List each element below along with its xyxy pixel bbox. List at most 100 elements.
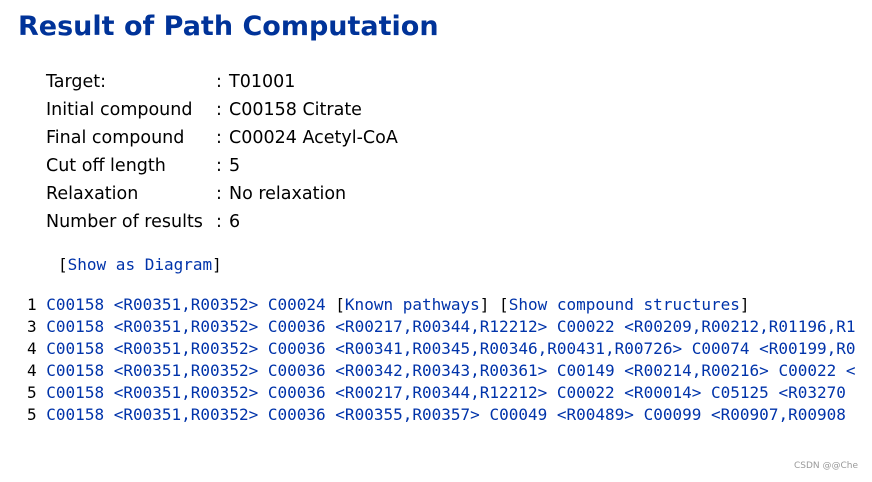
reaction-link[interactable]: <R00217,R00344,R12212>	[335, 383, 547, 402]
separator	[326, 317, 336, 336]
compound-link[interactable]: C00036	[268, 317, 326, 336]
compound-link[interactable]: C00074	[692, 339, 750, 358]
param-row: Cut off length:5	[46, 152, 398, 180]
separator	[258, 317, 268, 336]
compound-link[interactable]: C00022	[557, 317, 615, 336]
param-row: Relaxation: No relaxation	[46, 180, 398, 208]
param-row: Final compound: C00024 Acetyl-CoA	[46, 124, 398, 152]
compound-link[interactable]: C00158	[46, 339, 104, 358]
path-length: 5	[27, 405, 37, 424]
param-label: Final compound	[46, 128, 185, 148]
param-row: Target:: T01001	[46, 68, 398, 96]
param-label: Cut off length	[46, 156, 166, 176]
results-list: 1 C00158 <R00351,R00352> C00024 [Known p…	[27, 294, 872, 426]
separator	[836, 361, 846, 380]
page-title: Result of Path Computation	[18, 11, 439, 42]
compound-link[interactable]: C00158	[46, 383, 104, 402]
compound-link[interactable]: C00022	[557, 383, 615, 402]
param-value: No relaxation	[229, 184, 347, 204]
result-row: 3 C00158 <R00351,R00352> C00036 <R00217,…	[27, 316, 872, 338]
separator	[258, 383, 268, 402]
separator	[258, 339, 268, 358]
parameters-table: Target:: T01001 Initial compound: C00158 Ci…	[46, 68, 398, 236]
compound-link[interactable]: C00036	[268, 383, 326, 402]
separator	[615, 383, 625, 402]
compound-link[interactable]: C00036	[268, 361, 326, 380]
path-length: 5	[27, 383, 37, 402]
reaction-link[interactable]: <	[846, 361, 856, 380]
path-length: 3	[27, 317, 37, 336]
reaction-link[interactable]: <R00209,R00212,R01196,R1	[624, 317, 855, 336]
reaction-link[interactable]: <R00342,R00343,R00361>	[335, 361, 547, 380]
reaction-link[interactable]: <R03270	[778, 383, 845, 402]
reaction-link[interactable]: <R00489>	[557, 405, 634, 424]
compound-link[interactable]: C00099	[644, 405, 702, 424]
param-value: C00024 Acetyl-CoA	[229, 128, 398, 148]
separator	[615, 361, 625, 380]
result-row: 5 C00158 <R00351,R00352> C00036 <R00355,…	[27, 404, 872, 426]
param-row: Number of results:6	[46, 208, 398, 236]
compound-link[interactable]: C00158	[46, 295, 104, 314]
separator	[480, 405, 490, 424]
bracket-close: ]	[739, 295, 750, 314]
separator	[701, 405, 711, 424]
compound-link[interactable]: C00049	[489, 405, 547, 424]
param-separator: :	[216, 156, 222, 176]
param-label: Number of results	[46, 212, 203, 232]
param-value: C00158 Citrate	[229, 100, 362, 120]
separator	[258, 295, 268, 314]
separator	[701, 383, 711, 402]
separator	[547, 383, 557, 402]
reaction-link[interactable]: <R00351,R00352>	[114, 295, 259, 314]
compound-link[interactable]: C05125	[711, 383, 769, 402]
watermark: CSDN @@Che	[793, 461, 858, 471]
separator	[104, 383, 114, 402]
reaction-link[interactable]: <R00341,R00345,R00346,R00431,R00726>	[335, 339, 682, 358]
show-as-diagram-line: [Show as Diagram]	[58, 254, 222, 276]
compound-link[interactable]: C00158	[46, 317, 104, 336]
reaction-link[interactable]: <R00351,R00352>	[114, 339, 259, 358]
reaction-link[interactable]: <R00351,R00352>	[114, 405, 259, 424]
reaction-link[interactable]: <R00351,R00352>	[114, 317, 259, 336]
param-value: 6	[229, 212, 241, 232]
show-as-diagram-link[interactable]: Show as Diagram	[68, 255, 213, 274]
reaction-link[interactable]: <R00351,R00352>	[114, 383, 259, 402]
separator	[326, 361, 336, 380]
separator	[104, 317, 114, 336]
compound-link[interactable]: C00036	[268, 339, 326, 358]
separator	[326, 383, 336, 402]
show-compound-structures-link[interactable]: Show compound structures	[509, 295, 740, 314]
bracket-open: [	[58, 255, 68, 274]
separator	[104, 361, 114, 380]
compound-link[interactable]: C00022	[778, 361, 836, 380]
reaction-link[interactable]: <R00199,R0	[759, 339, 855, 358]
param-row: Initial compound: C00158 Citrate	[46, 96, 398, 124]
compound-link[interactable]: C00036	[268, 405, 326, 424]
result-row: 1 C00158 <R00351,R00352> C00024 [Known p…	[27, 294, 872, 316]
compound-link[interactable]: C00024	[268, 295, 326, 314]
reaction-link[interactable]: <R00351,R00352>	[114, 361, 259, 380]
param-separator: :	[216, 72, 222, 92]
bracket-open: [	[325, 295, 345, 314]
reaction-link[interactable]: <R00217,R00344,R12212>	[335, 317, 547, 336]
result-row: 5 C00158 <R00351,R00352> C00036 <R00217,…	[27, 382, 872, 404]
compound-link[interactable]: C00158	[46, 405, 104, 424]
reaction-link[interactable]: <R00214,R00216>	[624, 361, 769, 380]
path-length: 4	[27, 361, 37, 380]
param-value: T01001	[229, 72, 296, 92]
reaction-link[interactable]: <R00355,R00357>	[335, 405, 480, 424]
compound-link[interactable]: C00149	[557, 361, 615, 380]
separator	[769, 383, 779, 402]
separator	[104, 339, 114, 358]
result-row: 4 C00158 <R00351,R00352> C00036 <R00341,…	[27, 338, 872, 360]
reaction-link[interactable]: <R00907,R00908	[711, 405, 846, 424]
separator	[258, 405, 268, 424]
path-length: 4	[27, 339, 37, 358]
compound-link[interactable]: C00158	[46, 361, 104, 380]
reaction-link[interactable]: <R00014>	[624, 383, 701, 402]
known-pathways-link[interactable]: Known pathways	[345, 295, 480, 314]
separator	[547, 317, 557, 336]
bracket-separator: ] [	[479, 295, 509, 314]
param-separator: :	[216, 128, 222, 148]
param-label: Initial compound	[46, 100, 193, 120]
